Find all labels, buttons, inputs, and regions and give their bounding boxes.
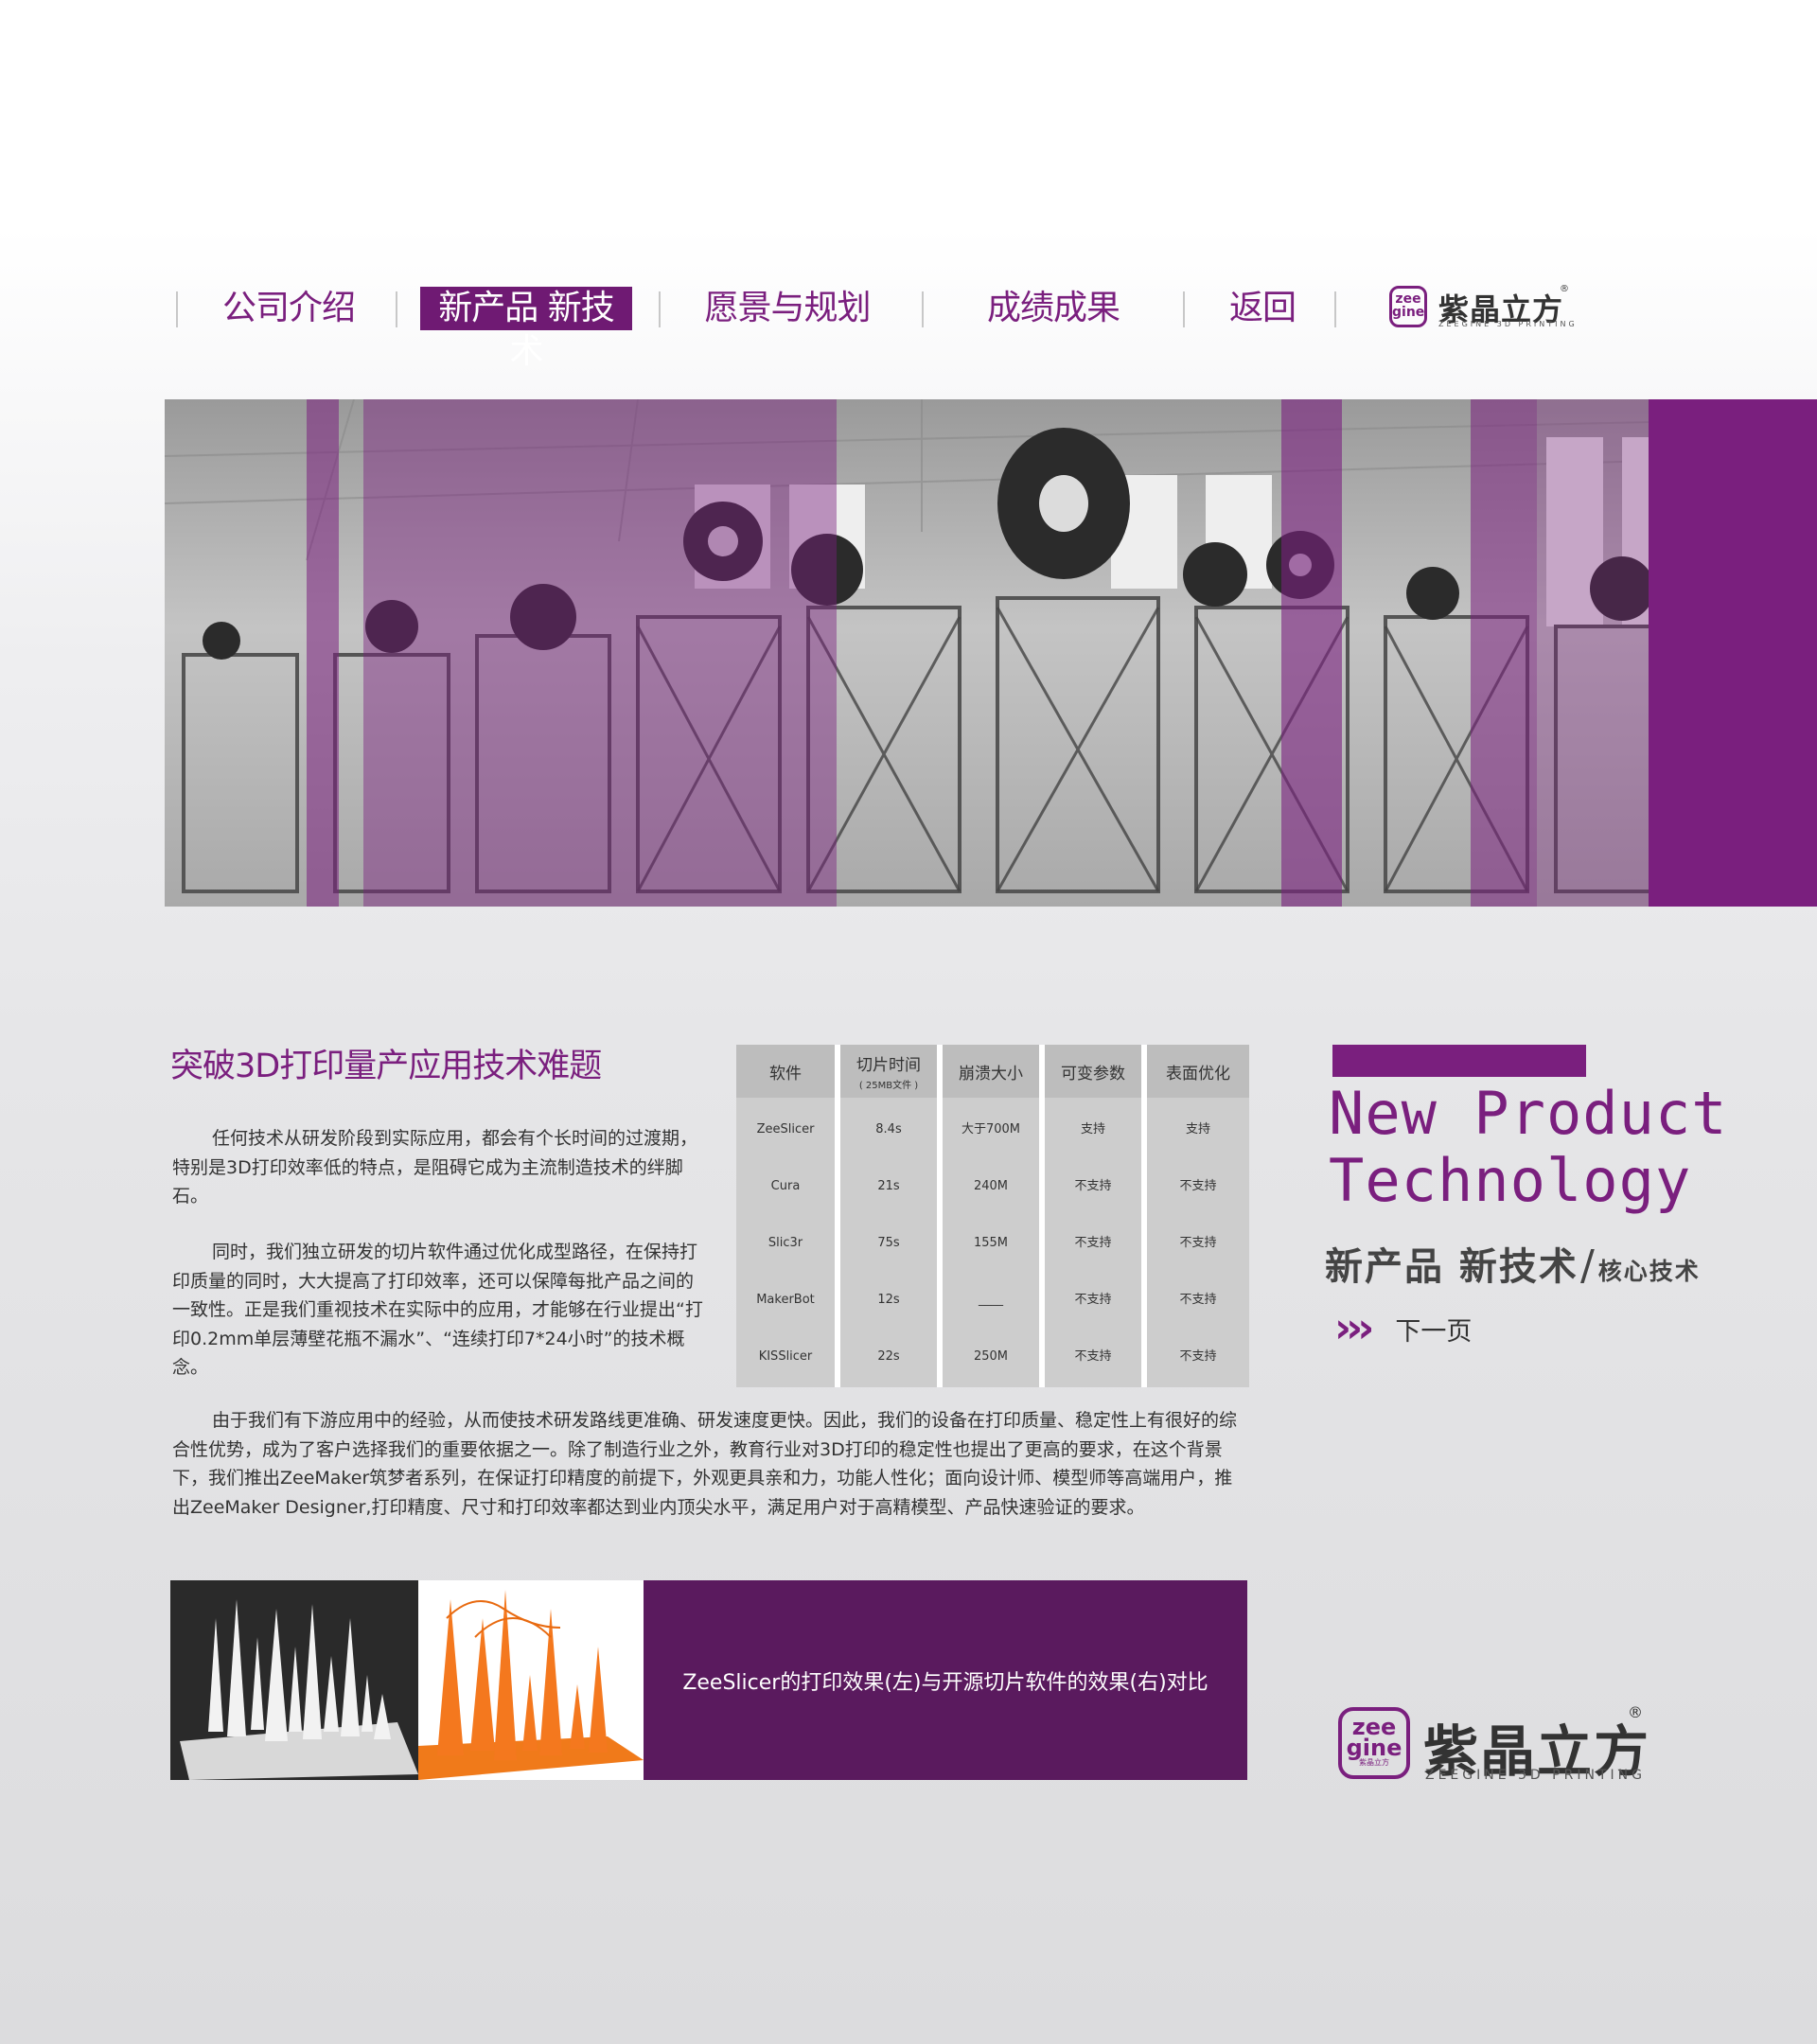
- table-cell: 8.4s: [875, 1122, 902, 1137]
- article-paragraph: 同时，我们独立研发的切片软件通过优化成型路径，在保持打印质量的同时，大大提高了打…: [172, 1242, 703, 1378]
- hero-image-printer-farm: [165, 399, 1817, 907]
- table-cell: 不支持: [1074, 1349, 1112, 1364]
- slicer-comparison-table: 软件 切片时间( 25MB文件 ) 崩溃大小 可变参数 表面优化 ZeeSlic…: [736, 1045, 1249, 1387]
- print-comparison-strip: ZeeSlicer的打印效果(左)与开源切片软件的效果(右)对比: [170, 1580, 1247, 1780]
- table-header-surface-opt: 表面优化: [1166, 1064, 1230, 1084]
- comparison-caption-box: ZeeSlicer的打印效果(左)与开源切片软件的效果(右)对比: [644, 1580, 1247, 1780]
- triple-chevron-right-icon: ›››: [1334, 1304, 1374, 1352]
- table-header-software: 软件: [769, 1064, 802, 1084]
- heading-technology: Technology: [1329, 1146, 1692, 1215]
- registered-mark: ®: [1628, 1703, 1643, 1721]
- zeeslicer-print-photo: [170, 1580, 418, 1780]
- heading-new-product: New Product: [1329, 1079, 1728, 1148]
- nav-divider: [1183, 291, 1185, 327]
- table-header-variable-params: 可变参数: [1061, 1064, 1125, 1084]
- nav-item-achievements[interactable]: 成绩成果: [984, 287, 1122, 330]
- brand-name-en: ZEEGINE 3D PRINTING: [1425, 1768, 1646, 1783]
- subtitle-slash: /: [1579, 1242, 1596, 1290]
- table-cell: 不支持: [1074, 1293, 1112, 1307]
- table-cell: MakerBot: [756, 1293, 815, 1307]
- nav-divider: [1334, 291, 1336, 327]
- nav-item-new-products[interactable]: 新产品 新技术: [420, 287, 632, 371]
- table-header-slice-time: 切片时间( 25MB文件 ): [856, 1056, 921, 1091]
- next-page-label: 下一页: [1395, 1316, 1473, 1347]
- table-cell: 支持: [1080, 1122, 1105, 1137]
- table-cell: 大于700M: [961, 1122, 1021, 1137]
- table-cell: Cura: [770, 1179, 801, 1193]
- table-cell: 不支持: [1074, 1236, 1112, 1250]
- table-cell: 155M: [973, 1236, 1009, 1250]
- table-cell: 不支持: [1074, 1179, 1112, 1193]
- table-cell: 支持: [1185, 1122, 1210, 1137]
- comparison-caption: ZeeSlicer的打印效果(左)与开源切片软件的效果(右)对比: [682, 1670, 1208, 1695]
- table-cell: 不支持: [1179, 1236, 1217, 1250]
- nav-item-vision-planning[interactable]: 愿景与规划: [702, 287, 873, 330]
- subtitle-main: 新产品 新技术: [1325, 1245, 1579, 1289]
- accent-bar: [1332, 1045, 1586, 1077]
- brand-mark-icon: zee gine 紫晶立方: [1338, 1707, 1410, 1779]
- article-paragraph: 由于我们有下游应用中的经验，从而使技术研发路线更准确、研发速度更快。因此，我们的…: [172, 1410, 1238, 1518]
- open-source-slicer-print-photo: [418, 1580, 644, 1780]
- table-cell: KISSlicer: [758, 1349, 813, 1364]
- article-title: 突破3D打印量产应用技术难题: [170, 1048, 602, 1085]
- table-header-crash-size: 崩溃大小: [959, 1064, 1023, 1084]
- table-cell: 240M: [973, 1179, 1009, 1193]
- table-cell: ____: [979, 1293, 1003, 1307]
- section-subtitle: 新产品 新技术/核心技术: [1325, 1236, 1701, 1291]
- brand-logo-small[interactable]: zee gine 紫晶立方 ZEEGINE 3D PRINTING ®: [1389, 284, 1579, 331]
- nav-divider: [922, 291, 924, 327]
- table-cell: 不支持: [1179, 1293, 1217, 1307]
- table-cell: 75s: [877, 1236, 900, 1250]
- nav-divider: [176, 291, 178, 327]
- table-cell: Slic3r: [767, 1236, 803, 1250]
- next-page-link[interactable]: ››› 下一页: [1334, 1306, 1472, 1351]
- brand-logo-large: zee gine 紫晶立方 紫晶立方 ZEEGINE 3D PRINTING ®: [1338, 1703, 1650, 1788]
- nav-divider: [659, 291, 661, 327]
- table-cell: 21s: [877, 1179, 900, 1193]
- table-cell: ZeeSlicer: [756, 1122, 815, 1137]
- table-cell: 22s: [877, 1349, 900, 1364]
- table-cell: 250M: [973, 1349, 1009, 1364]
- table-cell: 不支持: [1179, 1179, 1217, 1193]
- subtitle-small: 核心技术: [1597, 1258, 1701, 1285]
- nav-item-company-intro[interactable]: 公司介绍: [220, 287, 358, 330]
- nav-divider: [396, 291, 397, 327]
- table-cell: 不支持: [1179, 1349, 1217, 1364]
- article-paragraph: 任何技术从研发阶段到实际应用，都会有个长时间的过渡期，特别是3D打印效率低的特点…: [172, 1128, 698, 1207]
- table-cell: 12s: [877, 1293, 900, 1307]
- brand-name-en: ZEEGINE 3D PRINTING: [1438, 320, 1578, 328]
- nav-item-back[interactable]: 返回: [1226, 287, 1298, 330]
- registered-mark: ®: [1560, 284, 1569, 294]
- brand-mark-icon: zee gine: [1389, 286, 1427, 327]
